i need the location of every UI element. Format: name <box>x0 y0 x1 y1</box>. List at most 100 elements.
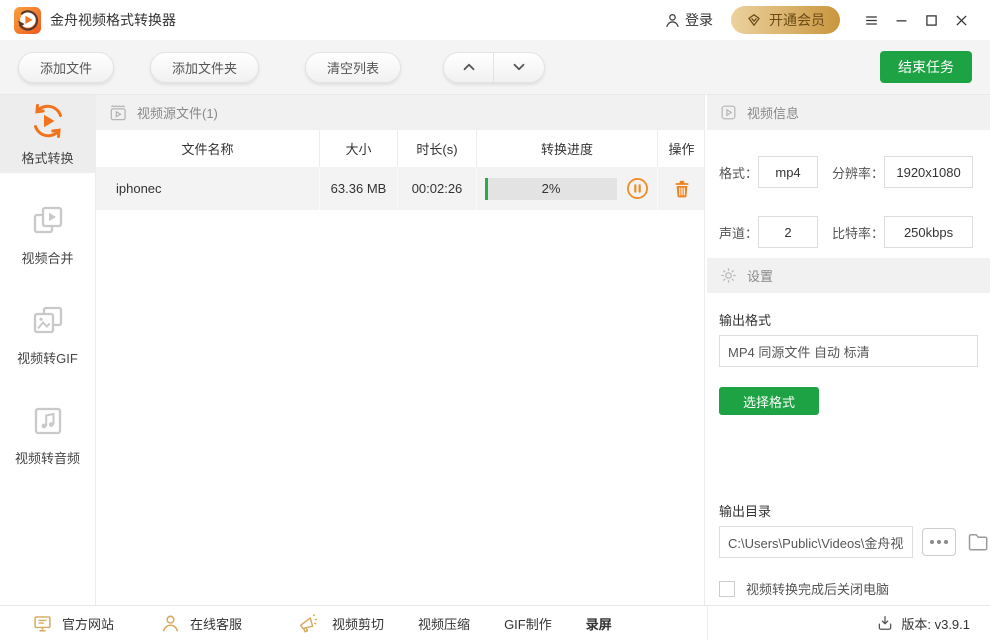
sidebar-item-label: 格式转换 <box>21 148 73 167</box>
clear-list-button[interactable]: 清空列表 <box>305 52 401 83</box>
info-row-2: 声道： 2 比特率： 250kbps <box>719 216 978 248</box>
pause-icon <box>626 177 649 200</box>
monitor-icon <box>32 613 53 634</box>
gear-icon <box>719 266 738 285</box>
bitrate-label: 比特率： <box>832 223 884 242</box>
resolution-label: 分辨率： <box>832 163 884 182</box>
output-dir-input[interactable] <box>719 526 913 558</box>
video-info-body: 格式： mp4 分辨率： 1920x1080 声道： 2 比特率： 250kbp… <box>707 130 990 258</box>
vip-label: 开通会员 <box>769 10 825 30</box>
move-up-button[interactable] <box>444 53 494 82</box>
toolbar: 添加文件 添加文件夹 清空列表 结束任务 <box>0 40 990 95</box>
format-value: mp4 <box>758 156 818 188</box>
video-compress-link[interactable]: 视频压缩 <box>418 614 470 633</box>
online-support-link[interactable]: 在线客服 <box>160 613 242 634</box>
version-label: 版本: v3.9.1 <box>901 614 970 633</box>
source-files-title: 视频源文件(1) <box>137 103 218 122</box>
menu-icon[interactable] <box>856 6 886 34</box>
support-person-icon <box>160 613 181 634</box>
sidebar-item-label: 视频转音频 <box>15 448 80 467</box>
chevron-down-icon <box>510 58 528 76</box>
output-format-label: 输出格式 <box>719 310 978 329</box>
move-down-button[interactable] <box>494 53 544 82</box>
trash-icon <box>672 178 692 199</box>
reorder-group <box>443 52 545 83</box>
browse-button[interactable] <box>922 528 956 556</box>
minimize-icon[interactable] <box>886 6 916 34</box>
column-size: 大小 <box>320 130 398 167</box>
resolution-value: 1920x1080 <box>884 156 973 188</box>
video-merge-icon <box>28 201 68 241</box>
footer-bar: 官方网站 在线客服 视频剪切 视频压缩 GIF制作 录屏 版本: v3.9.1 <box>0 605 990 640</box>
file-duration: 00:02:26 <box>398 167 477 210</box>
settings-header: 设置 <box>707 258 990 293</box>
version-info: 版本: v3.9.1 <box>876 614 970 633</box>
video-info-header: 视频信息 <box>707 95 990 130</box>
output-dir-row <box>719 526 978 558</box>
right-panel: 视频信息 格式： mp4 分辨率： 1920x1080 声道： 2 比特率： 2… <box>707 95 990 605</box>
end-task-button[interactable]: 结束任务 <box>880 51 972 83</box>
sidebar-item-format-convert[interactable]: 格式转换 <box>0 95 95 173</box>
shutdown-option[interactable]: 视频转换完成后关闭电脑 <box>719 579 978 598</box>
gif-maker-link[interactable]: GIF制作 <box>504 614 552 633</box>
sidebar-item-label: 视频转GIF <box>17 348 78 367</box>
output-dir-label: 输出目录 <box>719 501 978 520</box>
format-label: 格式： <box>719 163 758 182</box>
bitrate-value: 250kbps <box>884 216 973 248</box>
column-progress: 转换进度 <box>477 130 658 167</box>
video-cut-link[interactable]: 视频剪切 <box>332 614 384 633</box>
progress-cell: 2% <box>477 167 658 210</box>
megaphone-icon <box>297 612 319 634</box>
column-file-name: 文件名称 <box>96 130 320 167</box>
column-actions: 操作 <box>658 130 705 167</box>
pause-button[interactable] <box>626 177 649 200</box>
channels-value: 2 <box>758 216 818 248</box>
official-site-link[interactable]: 官方网站 <box>32 613 114 634</box>
official-site-label: 官方网站 <box>62 614 114 633</box>
shutdown-label: 视频转换完成后关闭电脑 <box>746 579 889 598</box>
vip-button[interactable]: 开通会员 <box>731 6 840 34</box>
gem-icon <box>746 12 762 28</box>
folder-icon <box>965 530 990 554</box>
login-button[interactable]: 登录 <box>664 10 713 30</box>
sidebar-item-video-merge[interactable]: 视频合并 <box>0 195 95 273</box>
video-to-audio-icon <box>28 401 68 441</box>
add-file-button[interactable]: 添加文件 <box>18 52 114 83</box>
sidebar-item-video-to-audio[interactable]: 视频转音频 <box>0 395 95 473</box>
app-logo-icon <box>14 7 41 34</box>
file-size: 63.36 MB <box>320 167 398 210</box>
video-info-title: 视频信息 <box>747 103 799 122</box>
close-icon[interactable] <box>946 6 976 34</box>
screen-record-link[interactable]: 录屏 <box>586 614 612 633</box>
add-folder-button[interactable]: 添加文件夹 <box>150 52 259 83</box>
ellipsis-icon <box>930 540 934 544</box>
column-duration: 时长(s) <box>398 130 477 167</box>
footer-divider <box>707 605 708 640</box>
film-icon <box>108 103 128 123</box>
window-controls <box>856 6 976 34</box>
login-label: 登录 <box>685 10 713 30</box>
file-list-panel: 视频源文件(1) 文件名称 大小 时长(s) 转换进度 操作 iphonec 6… <box>96 95 705 605</box>
video-to-gif-icon <box>28 301 68 341</box>
online-support-label: 在线客服 <box>190 614 242 633</box>
file-name: iphonec <box>96 167 320 210</box>
output-format-input[interactable] <box>719 335 978 367</box>
info-row-1: 格式： mp4 分辨率： 1920x1080 <box>719 156 978 188</box>
title-bar: 金舟视频格式转换器 登录 开通会员 <box>0 0 990 40</box>
settings-body: 输出格式 选择格式 输出目录 视频转换完成后关闭电脑 <box>707 310 990 598</box>
maximize-icon[interactable] <box>916 6 946 34</box>
delete-button[interactable] <box>658 167 705 210</box>
sidebar-item-video-to-gif[interactable]: 视频转GIF <box>0 295 95 373</box>
app-title: 金舟视频格式转换器 <box>50 10 176 30</box>
sidebar-item-label: 视频合并 <box>21 248 73 267</box>
format-convert-icon <box>28 101 68 141</box>
shutdown-checkbox[interactable] <box>719 581 735 597</box>
chevron-up-icon <box>460 58 478 76</box>
channels-label: 声道： <box>719 223 758 242</box>
table-row[interactable]: iphonec 63.36 MB 00:02:26 2% <box>96 167 704 210</box>
choose-format-button[interactable]: 选择格式 <box>719 387 819 415</box>
table-header: 文件名称 大小 时长(s) 转换进度 操作 <box>96 130 704 167</box>
source-files-header: 视频源文件(1) <box>96 95 704 130</box>
sidebar: 格式转换 视频合并 视频转GIF 视频转音频 <box>0 95 96 605</box>
open-folder-button[interactable] <box>965 530 990 554</box>
